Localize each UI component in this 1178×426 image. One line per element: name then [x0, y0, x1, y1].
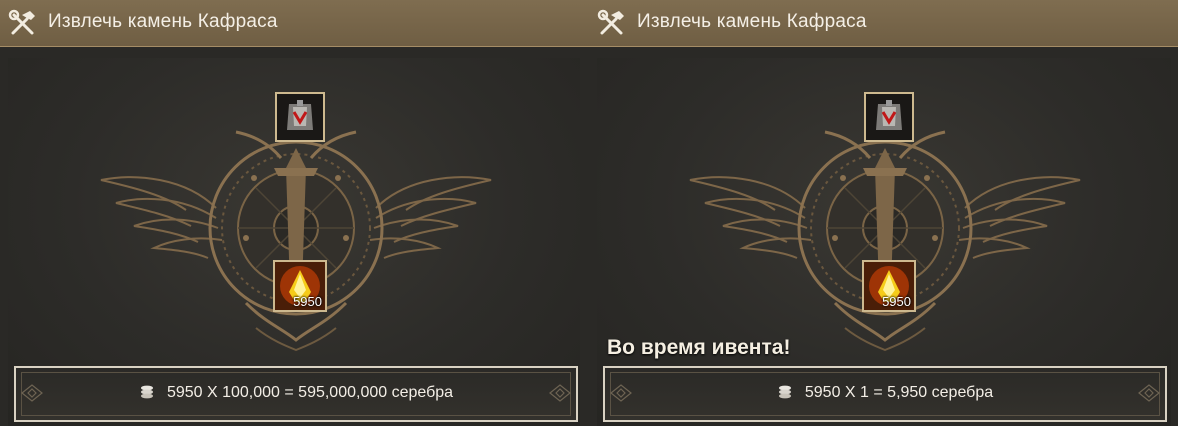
- cost-formula-box: 5950 X 1 = 5,950 серебра: [603, 366, 1167, 422]
- silver-coins-icon: [778, 385, 791, 399]
- stone-count: 5950: [882, 294, 911, 309]
- extract-panel-event: Извлечь камень Кафраса 5950 Во время иве…: [589, 0, 1178, 426]
- panel-body: 5950 5950 X 100,000 = 595,000,000 серебр…: [8, 58, 580, 426]
- armor-chest-icon: [866, 94, 912, 140]
- panel-header: Извлечь камень Кафраса: [589, 0, 1178, 47]
- armor-item-slot[interactable]: [275, 92, 325, 142]
- formula-text: 5950 X 1 = 5,950 серебра: [804, 384, 994, 401]
- armor-chest-icon: [277, 94, 323, 140]
- silver-coins-icon: [140, 385, 153, 399]
- armor-item-slot[interactable]: [864, 92, 914, 142]
- formula-text: 5950 X 100,000 = 595,000,000 серебра: [166, 384, 454, 401]
- black-stone-slot[interactable]: 5950: [862, 260, 916, 312]
- tools-icon: [8, 9, 35, 35]
- panel-header: Извлечь камень Кафраса: [0, 0, 589, 47]
- black-stone-slot[interactable]: 5950: [273, 260, 327, 312]
- stone-count: 5950: [293, 294, 322, 309]
- cost-formula: 5950 X 1 = 5,950 серебра: [605, 384, 1165, 402]
- panel-title: Извлечь камень Кафраса: [48, 11, 278, 32]
- tools-icon: [597, 9, 624, 35]
- extract-panel-normal: Извлечь камень Кафраса 5950 5950 X 100,0…: [0, 0, 589, 426]
- cost-formula: 5950 X 100,000 = 595,000,000 серебра: [16, 384, 576, 402]
- panel-body: 5950 Во время ивента! 5950 X 1 = 5,950 с…: [597, 58, 1171, 426]
- cost-formula-box: 5950 X 100,000 = 595,000,000 серебра: [14, 366, 578, 422]
- extraction-comparison: Извлечь камень Кафраса 5950 5950 X 100,0…: [0, 0, 1178, 426]
- event-label: Во время ивента!: [607, 336, 791, 359]
- panel-title: Извлечь камень Кафраса: [637, 11, 867, 32]
